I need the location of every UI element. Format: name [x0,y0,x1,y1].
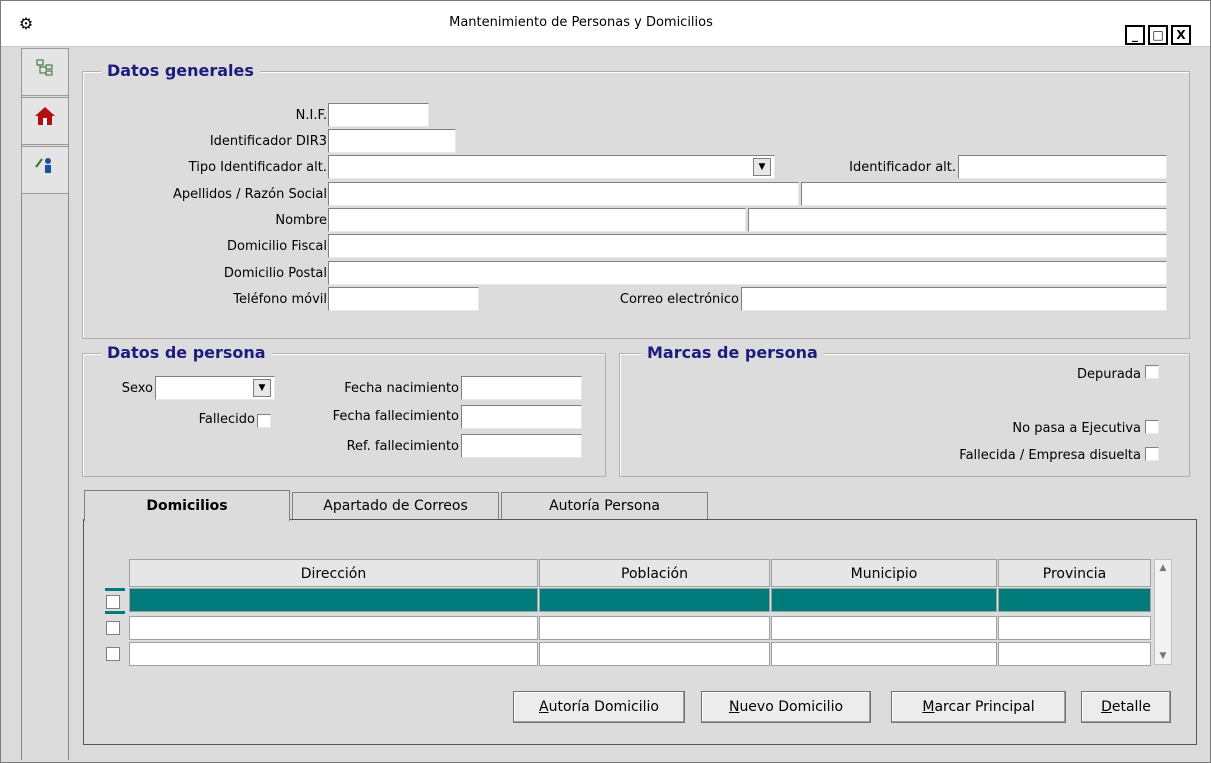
chevron-down-icon[interactable]: ▼ [753,158,771,176]
ref-fallecimiento-field[interactable] [461,434,582,458]
table-cell[interactable] [129,616,538,640]
correo-label: Correo electrónico [619,292,739,307]
table-cell[interactable] [771,642,997,666]
table-cell[interactable] [539,588,770,612]
person-edit-icon [35,158,51,173]
window-title: Mantenimiento de Personas y Domicilios [449,15,713,30]
telefono-movil-label: Teléfono móvil [233,292,327,307]
tipo-identificador-label: Tipo Identificador alt. [188,160,327,175]
table-scrollbar[interactable]: ▲ ▼ [1154,559,1172,665]
button-mnemonic: A [539,699,549,715]
no-pasa-ejecutiva-label: No pasa a Ejecutiva [1012,421,1141,436]
maximize-button[interactable]: □ [1148,25,1168,45]
nif-label: N.I.F. [295,108,327,123]
autoria-domicilio-button[interactable]: Autoría Domicilio [513,691,685,723]
table-cell[interactable] [771,588,997,612]
telefono-movil-field[interactable] [328,287,479,311]
table-cell[interactable] [129,588,538,612]
apellidos2-field[interactable] [801,182,1167,206]
person-edit-button[interactable] [21,146,69,194]
minimize-button[interactable]: _ [1125,25,1145,45]
title-bar: ⚙ Mantenimiento de Personas y Domicilios… [1,1,1210,47]
apellidos-field[interactable] [328,182,799,206]
button-label: arcar Principal [934,699,1035,715]
datos-persona-title: Datos de persona [101,343,272,362]
house-icon [35,107,55,125]
table-cell[interactable] [539,616,770,640]
depurada-checkbox[interactable] [1145,365,1159,379]
identificador-alt-label: Identificador alt. [849,160,956,175]
marcar-principal-button[interactable]: Marcar Principal [891,691,1066,723]
fallecido-label: Fallecido [198,412,255,427]
sexo-select[interactable]: ▼ [155,376,275,400]
fecha-fallecimiento-label: Fecha fallecimiento [332,409,459,424]
scroll-down-icon[interactable]: ▼ [1155,648,1171,664]
marcas-persona-title: Marcas de persona [641,343,824,362]
row-selection-marker [105,611,125,614]
app-window: ⚙ Mantenimiento de Personas y Domicilios… [0,0,1211,763]
column-header-provincia[interactable]: Provincia [998,559,1151,587]
button-mnemonic: M [922,699,935,715]
nif-field[interactable] [328,103,429,127]
button-label: uevo Domicilio [739,699,844,715]
empresa-disuelta-checkbox[interactable] [1145,447,1159,461]
tab-domicilios[interactable]: Domicilios [84,490,290,521]
nombre-field[interactable] [328,208,746,232]
sexo-label: Sexo [121,381,153,396]
depurada-label: Depurada [1076,367,1141,382]
table-cell[interactable] [129,642,538,666]
row-checkbox[interactable] [106,647,120,661]
tab-apartado-correos[interactable]: Apartado de Correos [292,492,499,519]
column-header-municipio[interactable]: Municipio [771,559,997,587]
tipo-identificador-select[interactable]: ▼ [328,155,775,179]
column-header-poblacion[interactable]: Población [539,559,770,587]
close-button[interactable]: X [1171,25,1191,45]
dir3-label: Identificador DIR3 [209,134,327,149]
domicilio-fiscal-field[interactable] [328,234,1167,258]
no-pasa-ejecutiva-checkbox[interactable] [1145,420,1159,434]
apellidos-label: Apellidos / Razón Social [172,187,327,202]
datos-generales-title: Datos generales [101,61,260,80]
scroll-up-icon[interactable]: ▲ [1155,560,1171,576]
button-label: etalle [1111,699,1151,715]
table-cell[interactable] [998,616,1151,640]
empresa-disuelta-label: Fallecida / Empresa disuelta [959,448,1141,463]
fecha-nacimiento-label: Fecha nacimiento [344,381,459,396]
nombre2-field[interactable] [748,208,1167,232]
domicilio-fiscal-label: Domicilio Fiscal [227,239,327,254]
dir3-field[interactable] [328,129,456,153]
table-cell[interactable] [771,616,997,640]
nuevo-domicilio-button[interactable]: Nuevo Domicilio [701,691,871,723]
table-cell[interactable] [998,588,1151,612]
row-checkbox[interactable] [106,621,120,635]
chevron-down-icon[interactable]: ▼ [253,379,271,397]
tab-autoria-persona[interactable]: Autoría Persona [501,492,708,519]
fecha-nacimiento-field[interactable] [461,376,582,400]
row-checkbox[interactable] [106,595,120,609]
ref-fallecimiento-label: Ref. fallecimiento [346,439,459,454]
column-header-direccion[interactable]: Dirección [129,559,538,587]
button-mnemonic: N [728,699,740,715]
fecha-fallecimiento-field[interactable] [461,405,582,429]
nombre-label: Nombre [275,213,327,228]
button-mnemonic: D [1101,699,1112,715]
fallecido-checkbox[interactable] [257,414,271,428]
domicilio-postal-label: Domicilio Postal [223,266,327,281]
correo-field[interactable] [741,287,1167,311]
tree-button[interactable] [21,48,69,96]
table-cell[interactable] [539,642,770,666]
row-selection-marker [105,588,125,591]
tree-icon [36,59,53,76]
button-label: utoría Domicilio [548,699,659,715]
identificador-alt-field[interactable] [958,155,1167,179]
house-button[interactable] [21,97,69,145]
detalle-button[interactable]: Detalle [1081,691,1171,723]
table-cell[interactable] [998,642,1151,666]
domicilio-postal-field[interactable] [328,261,1167,285]
